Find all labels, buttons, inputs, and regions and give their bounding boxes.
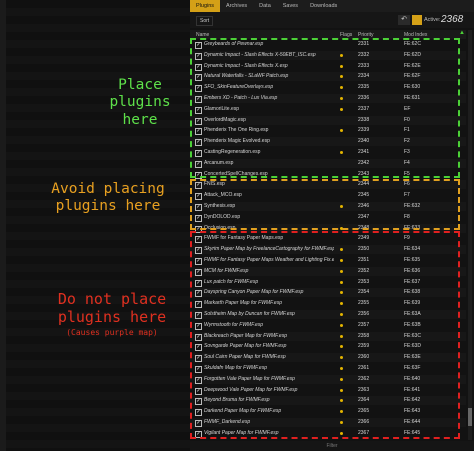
active-count: 2368 — [441, 14, 464, 25]
tab-saves[interactable]: Saves — [277, 0, 304, 12]
annotation-do-not: Do not place plugins here (Causes purple… — [52, 290, 172, 338]
tab-data[interactable]: Data — [253, 0, 277, 12]
mod-organizer-window: Plugins Archives Data Saves Downloads So… — [0, 0, 474, 451]
mod-list-pane — [0, 0, 190, 451]
undo-icon[interactable]: ↶ — [398, 15, 410, 25]
mod-list-scrollbar[interactable] — [0, 0, 6, 451]
filter-input[interactable]: Filter — [190, 441, 474, 451]
sort-button[interactable]: Sort — [196, 16, 214, 26]
lock-icon[interactable] — [412, 15, 422, 25]
tab-archives[interactable]: Archives — [220, 0, 253, 12]
annotation-avoid: Avoid placing plugins here — [51, 181, 165, 215]
annotation-place: Place plugins here — [109, 77, 171, 128]
scrollbar-thumb[interactable] — [468, 408, 472, 426]
plugins-scrollbar[interactable] — [468, 30, 472, 440]
up-arrow-icon: ▲ — [459, 30, 465, 36]
annotation-do-not-text: Do not place plugins here — [57, 290, 167, 326]
place-plugins-zone — [190, 38, 460, 178]
plugins-toolbar: Sort ↶ Active: 2368 — [190, 12, 474, 28]
active-label: Active: — [424, 17, 441, 23]
no-plugins-zone — [190, 231, 460, 439]
tab-plugins[interactable]: Plugins — [190, 0, 221, 12]
panel-tabs: Plugins Archives Data Saves Downloads — [190, 0, 474, 12]
annotation-purple-map: (Causes purple map) — [66, 328, 158, 337]
avoid-plugins-zone — [190, 179, 460, 230]
tab-downloads[interactable]: Downloads — [304, 0, 343, 12]
